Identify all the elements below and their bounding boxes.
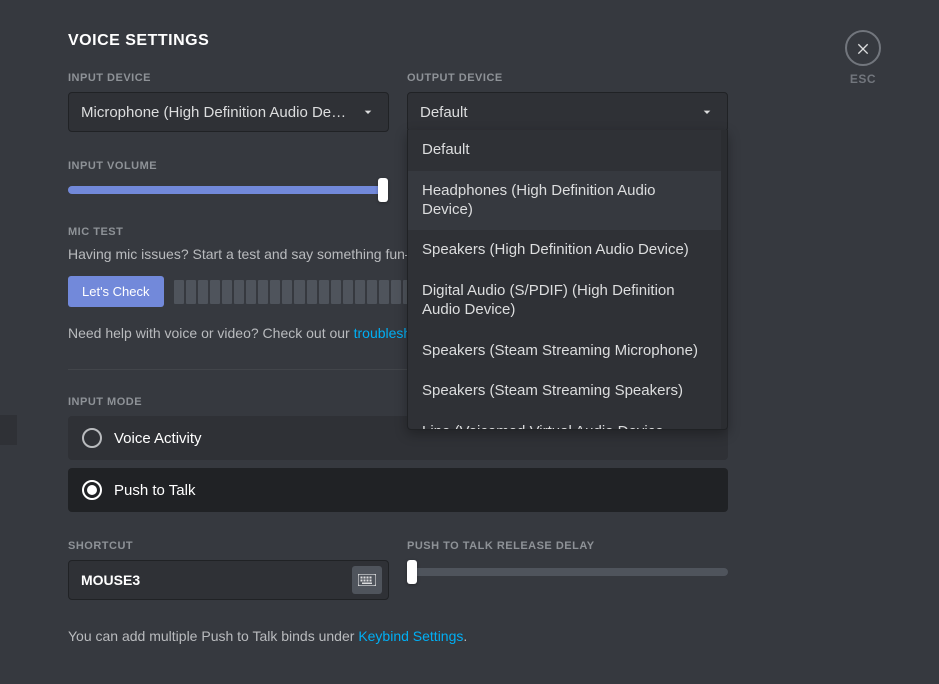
voice-activity-label: Voice Activity bbox=[114, 430, 202, 447]
input-mode-push-to-talk[interactable]: Push to Talk bbox=[68, 468, 728, 512]
output-option[interactable]: Speakers (Steam Streaming Microphone) bbox=[408, 331, 721, 372]
esc-label: ESC bbox=[850, 72, 876, 86]
input-device-value: Microphone (High Definition Audio Device… bbox=[81, 104, 352, 121]
input-device-select[interactable]: Microphone (High Definition Audio Device… bbox=[68, 92, 389, 132]
radio-icon bbox=[82, 480, 102, 500]
input-device-label: INPUT DEVICE bbox=[68, 72, 389, 84]
output-option[interactable]: Digital Audio (S/PDIF) (High Definition … bbox=[408, 271, 721, 331]
output-option[interactable]: Speakers (Steam Streaming Speakers) bbox=[408, 371, 721, 412]
ptt-delay-label: PUSH TO TALK RELEASE DELAY bbox=[407, 540, 728, 552]
slider-thumb[interactable] bbox=[407, 560, 417, 584]
ptt-delay-slider[interactable] bbox=[407, 568, 728, 576]
slider-thumb[interactable] bbox=[378, 178, 388, 202]
output-option[interactable]: Default bbox=[408, 130, 721, 171]
output-device-select[interactable]: Default bbox=[407, 92, 728, 132]
shortcut-label: SHORTCUT bbox=[68, 540, 389, 552]
scrollbar[interactable] bbox=[721, 130, 727, 429]
radio-icon bbox=[82, 428, 102, 448]
shortcut-value: MOUSE3 bbox=[81, 572, 140, 588]
output-option[interactable]: Line (Voicemod Virtual Audio Device (WDM… bbox=[408, 412, 721, 429]
keybind-hint: You can add multiple Push to Talk binds … bbox=[68, 628, 728, 644]
push-to-talk-label: Push to Talk bbox=[114, 482, 195, 499]
chevron-down-icon bbox=[360, 104, 376, 120]
output-option[interactable]: Headphones (High Definition Audio Device… bbox=[408, 171, 721, 231]
close-icon bbox=[855, 40, 871, 56]
output-device-label: OUTPUT DEVICE bbox=[407, 72, 728, 84]
page-title: VOICE SETTINGS bbox=[68, 32, 728, 50]
output-option[interactable]: Speakers (High Definition Audio Device) bbox=[408, 230, 721, 271]
lets-check-button[interactable]: Let's Check bbox=[68, 276, 164, 307]
output-device-dropdown[interactable]: DefaultHeadphones (High Definition Audio… bbox=[407, 130, 728, 430]
input-volume-slider[interactable] bbox=[68, 186, 388, 194]
keyboard-icon[interactable] bbox=[352, 566, 382, 594]
close-button[interactable] bbox=[845, 30, 881, 66]
shortcut-input[interactable]: MOUSE3 bbox=[68, 560, 389, 600]
keybind-settings-link[interactable]: Keybind Settings bbox=[358, 628, 463, 644]
chevron-down-icon bbox=[699, 104, 715, 120]
output-device-value: Default bbox=[420, 104, 691, 121]
